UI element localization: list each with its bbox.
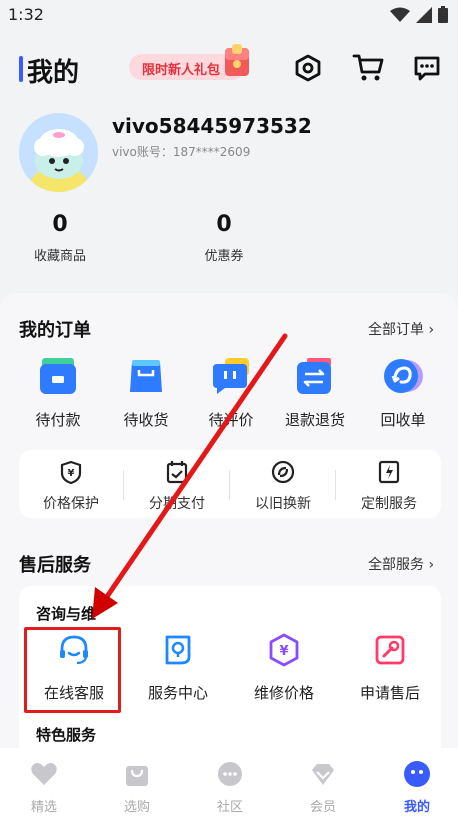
review-icon (213, 358, 249, 394)
favorites-stat[interactable]: 0 收藏商品 (20, 212, 100, 264)
special-services-title: 特色服务 (36, 726, 97, 744)
status-time: 1:32 (8, 5, 44, 24)
service-label: 价格保护 (43, 496, 99, 512)
status-bar: 1:32 (0, 0, 458, 30)
order-label: 退款退货 (284, 411, 345, 429)
service-price-protection[interactable]: ¥ 价格保护 (19, 460, 123, 513)
service-label: 定制服务 (361, 496, 417, 512)
settings-icon (295, 54, 321, 82)
nav-featured[interactable]: 精选 (14, 760, 74, 815)
diamond-icon (312, 764, 334, 785)
wrench-icon (375, 635, 405, 665)
service-label: 以旧换新 (255, 496, 311, 512)
all-services-link[interactable]: 全部服务 › (368, 554, 434, 574)
header: 我的 限时新人礼包 (0, 40, 458, 100)
svg-text:¥: ¥ (68, 468, 75, 479)
trade-in-icon (271, 460, 295, 484)
svg-text:¥: ¥ (279, 644, 288, 659)
repair-price-icon: ¥ (269, 633, 299, 667)
battery-icon (438, 6, 448, 23)
nav-member[interactable]: 会员 (293, 760, 353, 815)
messages-button[interactable] (409, 50, 445, 86)
nav-mine[interactable]: 我的 (387, 760, 447, 815)
wallet-icon (40, 358, 76, 394)
recycle-icon (384, 359, 423, 393)
divider (123, 470, 124, 500)
account-id: vivo账号：187****2609 (112, 145, 251, 159)
bag-icon (126, 766, 148, 786)
nav-label: 选购 (123, 800, 150, 815)
favorites-count: 0 (52, 212, 68, 237)
service-custom[interactable]: 定制服务 (337, 460, 441, 513)
coupons-label: 优惠券 (204, 249, 244, 264)
order-refund[interactable]: 退款退货 (277, 356, 353, 430)
profile-face-icon (404, 761, 430, 787)
avatar-character-icon (19, 113, 98, 192)
order-pending-receipt[interactable]: 待收货 (108, 356, 184, 430)
repair-price[interactable]: ¥ 维修价格 (236, 633, 332, 703)
all-orders-link[interactable]: 全部订单 › (368, 319, 434, 339)
nav-label: 会员 (309, 800, 336, 815)
coupons-count: 0 (216, 212, 232, 237)
price-protect-icon: ¥ (60, 460, 82, 485)
bottom-nav: 精选 选购 社区 会员 我的 (0, 748, 458, 820)
after-sales-title: 售后服务 (19, 555, 91, 576)
nav-label: 社区 (216, 800, 243, 815)
wifi-icon (390, 7, 410, 22)
quick-services-card: ¥ 价格保护 分期支付 以旧换新 定制服务 (19, 450, 441, 518)
order-label: 待付款 (35, 411, 81, 429)
orders-title: 我的订单 (19, 320, 91, 341)
order-recycle[interactable]: 回收单 (365, 356, 441, 430)
consult-repair-title: 咨询与维 (36, 605, 97, 623)
order-label: 回收单 (380, 411, 426, 429)
installment-icon (166, 461, 188, 484)
after-sales-label: 申请售后 (359, 684, 420, 702)
cart-button[interactable] (350, 50, 386, 86)
nav-community[interactable]: 社区 (200, 760, 260, 815)
username: vivo58445973532 (112, 114, 312, 138)
after-sales-label: 维修价格 (253, 684, 314, 702)
coupons-stat[interactable]: 0 优惠券 (184, 212, 264, 264)
message-icon (414, 56, 440, 81)
title-accent-bar (19, 56, 23, 82)
nav-shop[interactable]: 选购 (107, 760, 167, 815)
service-label: 分期支付 (149, 496, 205, 512)
divider (335, 470, 336, 500)
page-title: 我的 (27, 58, 80, 88)
profile-section: vivo58445973532 vivo账号：187****2609 (0, 110, 458, 200)
heart-icon (31, 763, 57, 785)
signal-icon (416, 6, 432, 23)
apply-after-sales[interactable]: 申请售后 (342, 633, 438, 703)
status-icons (390, 6, 448, 23)
favorites-label: 收藏商品 (33, 249, 86, 264)
custom-service-icon (378, 460, 400, 484)
highlight-box (24, 627, 121, 713)
service-installment[interactable]: 分期支付 (125, 460, 229, 513)
chat-bubble-icon (218, 762, 242, 786)
gift-box-icon (225, 44, 249, 76)
service-trade-in[interactable]: 以旧换新 (231, 460, 335, 513)
divider (229, 470, 230, 500)
order-label: 待收货 (123, 411, 169, 429)
order-pending-review[interactable]: 待评价 (193, 356, 269, 430)
cart-icon (352, 54, 384, 81)
order-label: 待评价 (208, 411, 254, 429)
service-center-icon (165, 635, 191, 665)
nav-label: 我的 (403, 800, 430, 815)
nav-label: 精选 (30, 800, 57, 815)
package-icon (130, 360, 162, 392)
promo-text: 限时新人礼包 (142, 63, 221, 78)
order-pending-payment[interactable]: 待付款 (20, 356, 96, 430)
service-center[interactable]: 服务中心 (130, 633, 226, 703)
settings-button[interactable] (290, 50, 326, 86)
refund-icon (297, 358, 331, 394)
avatar[interactable] (19, 113, 98, 192)
after-sales-label: 服务中心 (147, 684, 208, 702)
